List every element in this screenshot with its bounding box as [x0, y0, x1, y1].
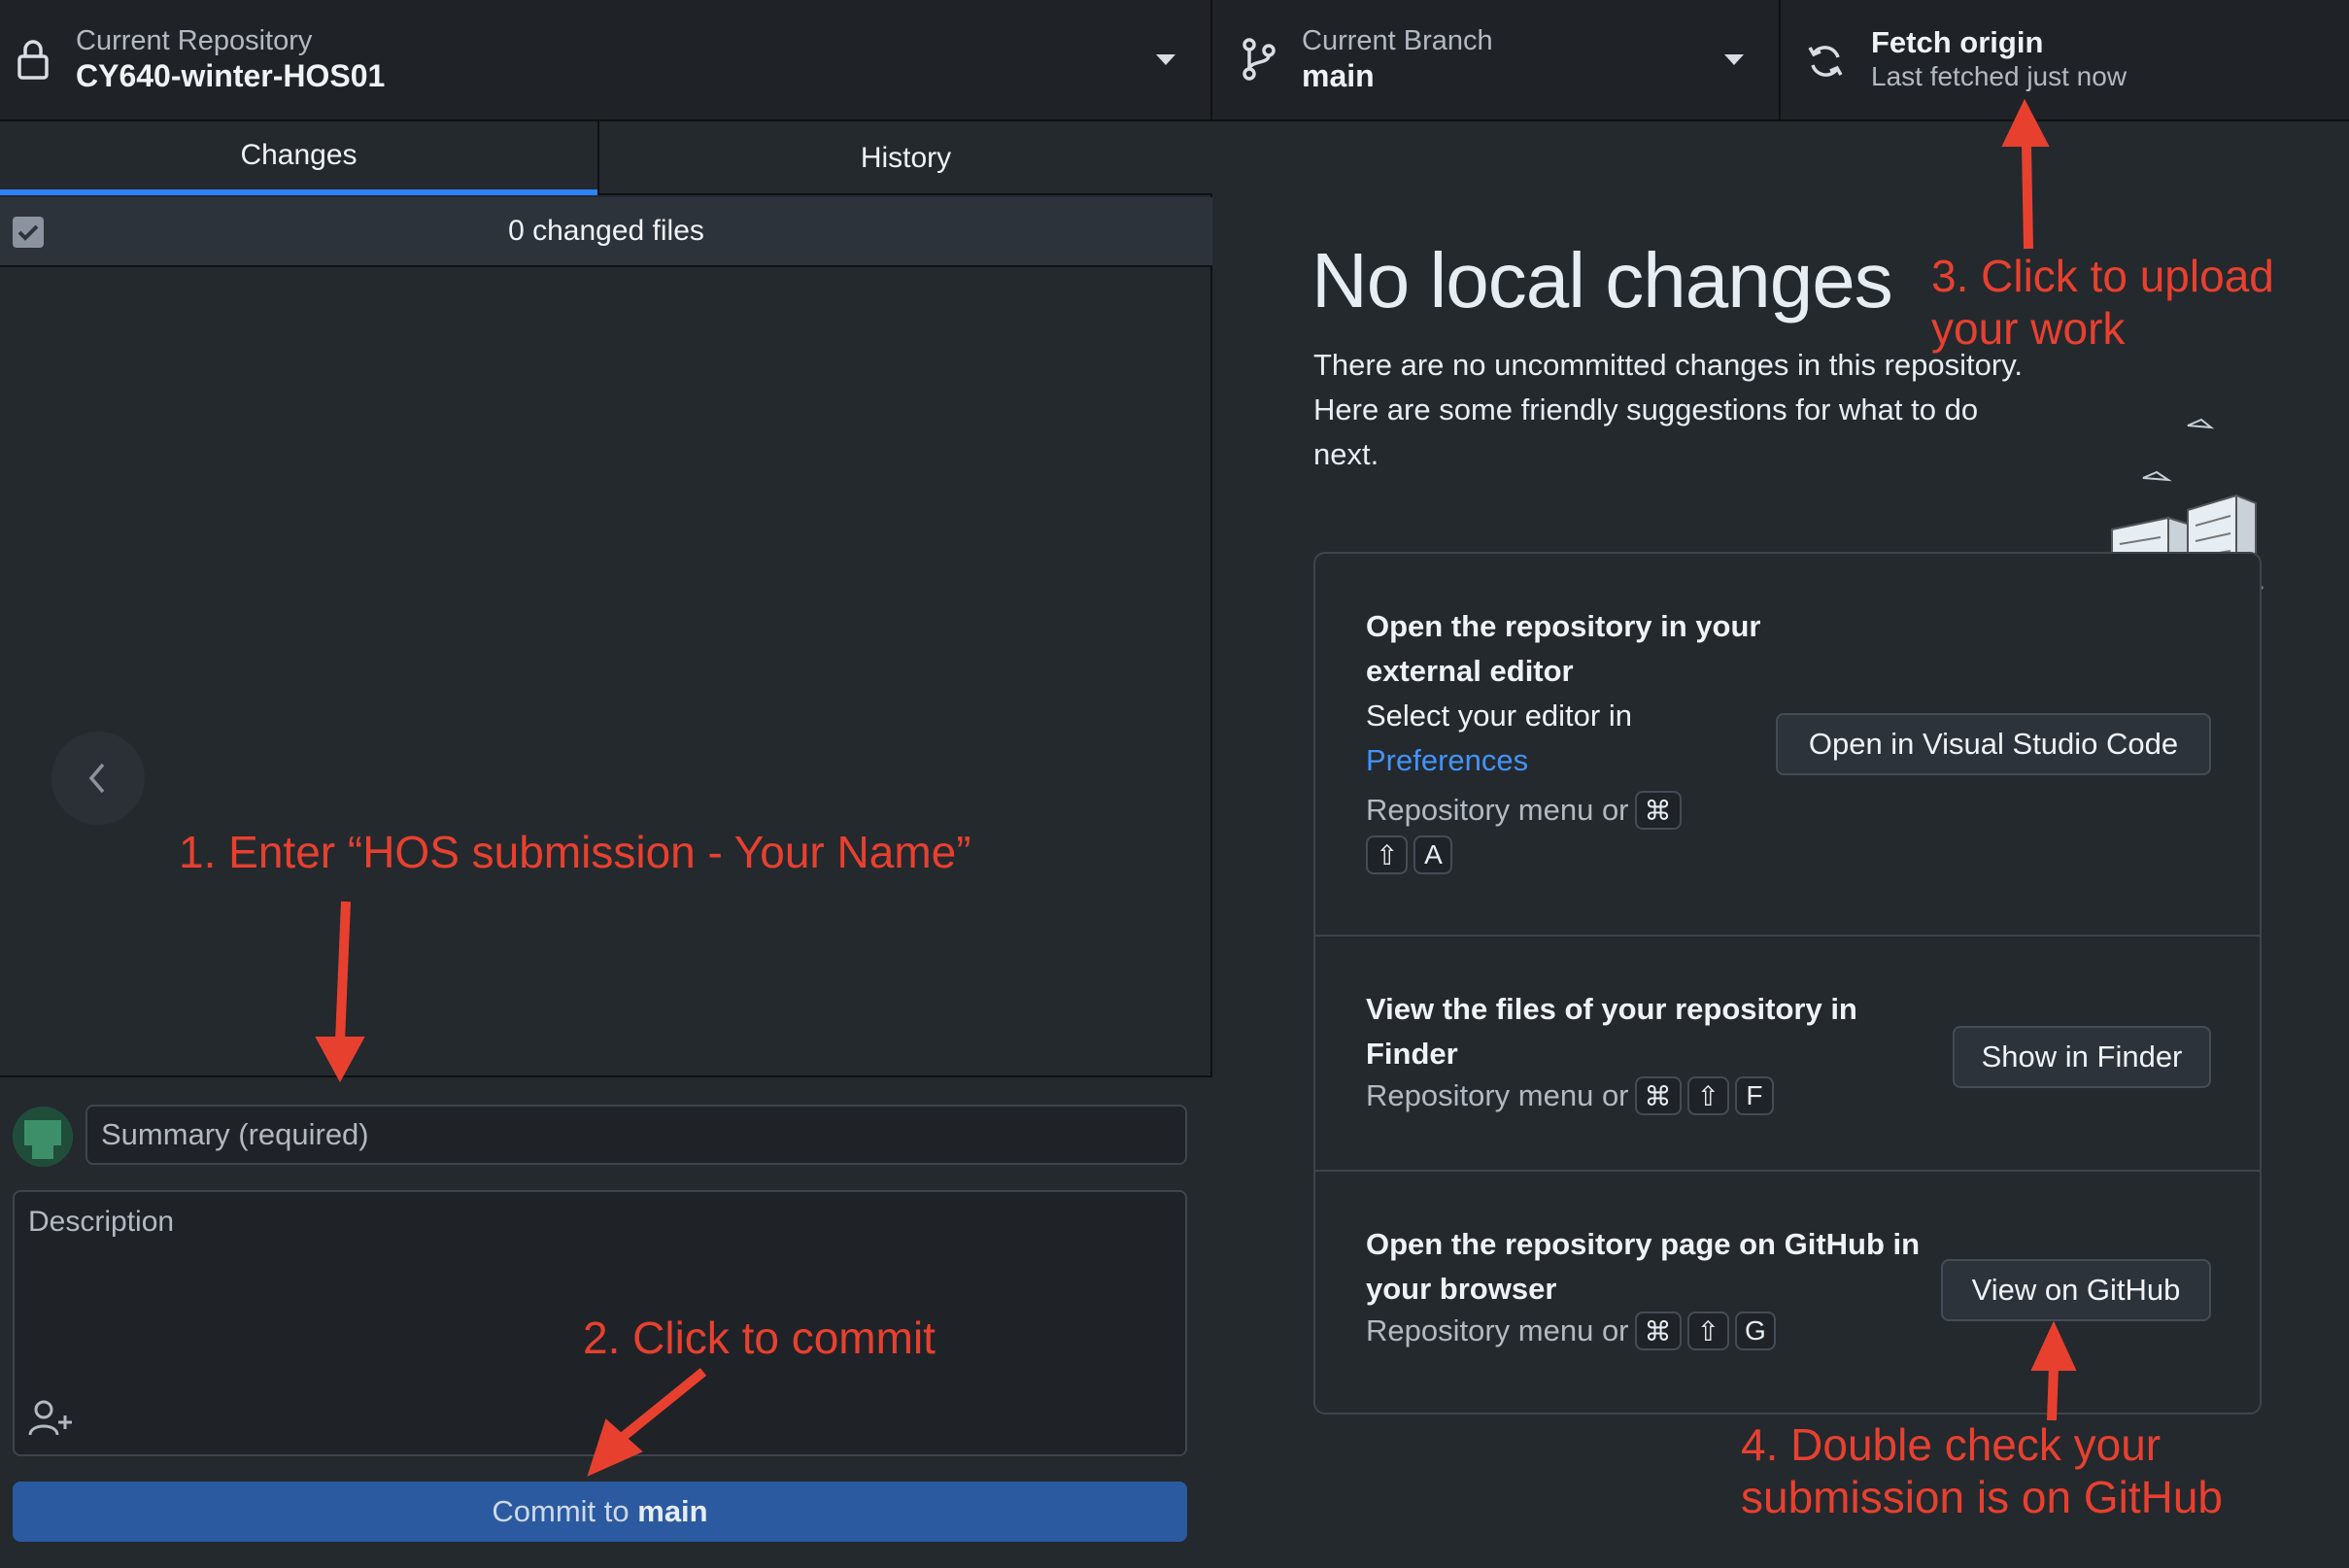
- sync-icon: [1808, 46, 1843, 77]
- suggestion-view-on-github: Open the repository page on GitHub in yo…: [1315, 1172, 2260, 1413]
- fetch-status: Last fetched just now: [1871, 61, 2128, 91]
- view-on-github-button[interactable]: View on GitHub: [1941, 1259, 2211, 1321]
- select-all-checkbox[interactable]: [13, 217, 44, 248]
- annotation-step-3-line-1: 3. Click to upload: [1931, 251, 2274, 301]
- shortcut-hint: Repository menu or ⌘: [1366, 791, 1682, 830]
- changed-files-header: 0 changed files: [0, 197, 1212, 267]
- letter-key: F: [1734, 1076, 1774, 1115]
- annotation-step-4: 4. Double check your submission is on Gi…: [1741, 1418, 2223, 1523]
- branch-icon: [1243, 38, 1276, 81]
- person-add-icon[interactable]: [28, 1398, 75, 1437]
- shortcut-prefix: Repository menu or: [1366, 1078, 1629, 1112]
- fetch-origin-button[interactable]: Fetch origin Last fetched just now: [1781, 0, 2349, 121]
- shift-key: ⇧: [1366, 835, 1409, 874]
- tab-history[interactable]: History: [599, 121, 1212, 195]
- command-key: ⌘: [1634, 791, 1682, 830]
- repository-name: CY640-winter-HOS01: [76, 58, 386, 93]
- description-placeholder: Description: [28, 1206, 175, 1238]
- annotation-step-2: 2. Click to commit: [583, 1312, 936, 1363]
- branch-name: main: [1302, 58, 1375, 93]
- commit-button-label: Commit to: [492, 1494, 638, 1528]
- fetch-label: Fetch origin: [1871, 25, 2044, 59]
- open-in-vscode-button[interactable]: Open in Visual Studio Code: [1776, 713, 2211, 775]
- current-branch-button[interactable]: Current Branch main: [1212, 0, 1781, 121]
- toolbar: Current Repository CY640-winter-HOS01 Cu…: [0, 0, 2349, 121]
- command-key: ⌘: [1634, 1076, 1682, 1115]
- repository-label: Current Repository: [76, 25, 313, 56]
- suggestion-text: Select your editor in: [1366, 699, 1632, 733]
- preferences-link[interactable]: Preferences: [1366, 738, 1528, 783]
- shift-key: ⇧: [1686, 1312, 1729, 1350]
- changed-files-count: 0 changed files: [508, 215, 704, 247]
- letter-key: G: [1734, 1312, 1776, 1350]
- avatar: [13, 1107, 73, 1167]
- suggestion-show-in-finder: View the files of your repository in Fin…: [1315, 937, 2260, 1172]
- shortcut-hint: Repository menu or ⌘ ⇧ G: [1366, 1312, 1776, 1350]
- check-icon: [17, 224, 39, 241]
- lock-icon: [17, 40, 49, 80]
- branch-label: Current Branch: [1302, 25, 1493, 56]
- tab-bar: Changes History: [0, 121, 1212, 195]
- chevron-down-icon: [1724, 54, 1744, 65]
- shortcut-keys: ⇧ A: [1366, 835, 1453, 874]
- page-subtitle: There are no uncommitted changes in this…: [1313, 348, 2024, 471]
- command-key: ⌘: [1634, 1312, 1682, 1350]
- shortcut-hint: Repository menu or ⌘ ⇧ F: [1366, 1076, 1774, 1115]
- suggestion-title: View the files of your repository in Fin…: [1366, 992, 1857, 1071]
- suggestion-open-editor: Open the repository in your external edi…: [1315, 554, 2260, 937]
- commit-button-branch: main: [637, 1494, 708, 1528]
- suggestion-title: Open the repository page on GitHub in yo…: [1366, 1227, 1921, 1306]
- suggestion-title: Open the repository in your external edi…: [1366, 609, 1761, 688]
- tab-changes[interactable]: Changes: [0, 121, 597, 195]
- suggestions-box: Open the repository in your external edi…: [1313, 552, 2262, 1415]
- letter-key: A: [1413, 835, 1453, 874]
- annotation-step-4-line-2: submission is on GitHub: [1741, 1472, 2223, 1522]
- show-in-finder-button[interactable]: Show in Finder: [1953, 1026, 2211, 1088]
- annotation-step-4-line-1: 4. Double check your: [1741, 1419, 2162, 1470]
- shortcut-prefix: Repository menu or: [1366, 1313, 1629, 1347]
- shortcut-prefix: Repository menu or: [1366, 793, 1629, 827]
- chevron-left-icon: [88, 763, 105, 794]
- current-repository-button[interactable]: Current Repository CY640-winter-HOS01: [0, 0, 1212, 121]
- page-title: No local changes: [1311, 237, 1893, 324]
- collapse-sidebar-button[interactable]: [51, 732, 145, 825]
- summary-input[interactable]: [85, 1105, 1187, 1165]
- annotation-step-3: 3. Click to upload your work: [1931, 250, 2274, 355]
- commit-button[interactable]: Commit to main: [13, 1482, 1187, 1542]
- avatar-image: [13, 1107, 73, 1167]
- annotation-step-3-line-2: your work: [1931, 303, 2126, 354]
- chevron-down-icon: [1156, 54, 1175, 65]
- shift-key: ⇧: [1686, 1076, 1729, 1115]
- annotation-step-1: 1. Enter “HOS submission - Your Name”: [179, 827, 971, 877]
